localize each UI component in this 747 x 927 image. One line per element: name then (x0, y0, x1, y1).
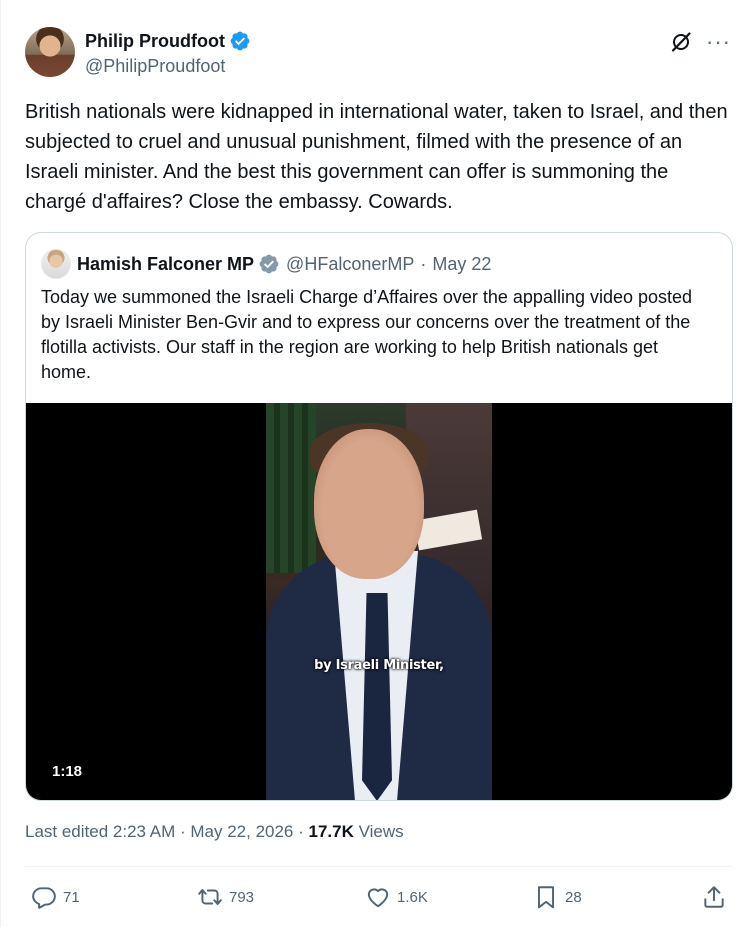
author-info: Philip Proudfoot @PhilipProudfoot (85, 30, 251, 77)
verified-badge-icon[interactable] (229, 30, 251, 52)
quoted-date: May 22 (432, 253, 492, 274)
author-name-row: Philip Proudfoot (85, 30, 251, 52)
grok-icon[interactable] (670, 31, 692, 53)
quoted-tweet-header: Hamish Falconer MP @HFalconerMP · May 22 (41, 249, 491, 279)
bookmark-button[interactable]: 28 (533, 880, 582, 914)
views-count: 17.7K (308, 822, 354, 841)
more-icon[interactable]: ··· (706, 31, 731, 53)
like-button[interactable]: 1.6K (365, 880, 428, 914)
repost-icon (198, 888, 222, 906)
views-label: Views (353, 822, 404, 841)
reply-button[interactable]: 71 (31, 880, 80, 914)
tweet-header: Philip Proudfoot @PhilipProudfoot ··· (25, 27, 731, 81)
video-thumbnail (266, 403, 492, 800)
quoted-author-handle: @HFalconerMP (286, 253, 415, 274)
reply-icon (32, 887, 56, 909)
video-duration: 1:18 (52, 763, 83, 780)
quoted-tweet-text: Today we summoned the Israeli Charge d’A… (41, 287, 693, 382)
like-count: 1.6K (397, 888, 428, 906)
header-actions: ··· (670, 31, 731, 53)
author-name[interactable]: Philip Proudfoot (85, 31, 225, 52)
quoted-author-name: Hamish Falconer MP (77, 253, 255, 274)
quoted-author-avatar (41, 249, 71, 279)
reply-count: 71 (63, 888, 80, 906)
bookmark-count: 28 (565, 888, 582, 906)
author-avatar[interactable] (25, 27, 75, 77)
quoted-separator: · (420, 253, 427, 274)
tweet-meta: Last edited 2:23 AM · May 22, 2026 · 17.… (25, 822, 404, 842)
like-icon (367, 888, 389, 908)
share-icon (704, 886, 724, 908)
quoted-tweet[interactable]: Hamish Falconer MP @HFalconerMP · May 22… (25, 232, 733, 801)
repost-button[interactable]: 793 (197, 880, 254, 914)
author-handle[interactable]: @PhilipProudfoot (85, 56, 251, 77)
video-subtitle: by Israeli Minister, (314, 658, 444, 673)
action-bar: 71 793 1.6K 28 (25, 880, 731, 916)
repost-count: 793 (229, 888, 255, 906)
edited-timestamp[interactable]: Last edited 2:23 AM · May 22, 2026 · (25, 822, 309, 841)
tweet-detail: Philip Proudfoot @PhilipProudfoot ··· Br… (0, 0, 747, 927)
tweet-text: British nationals were kidnapped in inte… (25, 101, 728, 213)
video-player[interactable]: by Israeli Minister, 1:18 (26, 403, 732, 800)
bookmark-icon (537, 886, 555, 909)
divider (25, 866, 733, 867)
share-button[interactable] (701, 880, 727, 914)
government-badge-icon (259, 254, 279, 274)
